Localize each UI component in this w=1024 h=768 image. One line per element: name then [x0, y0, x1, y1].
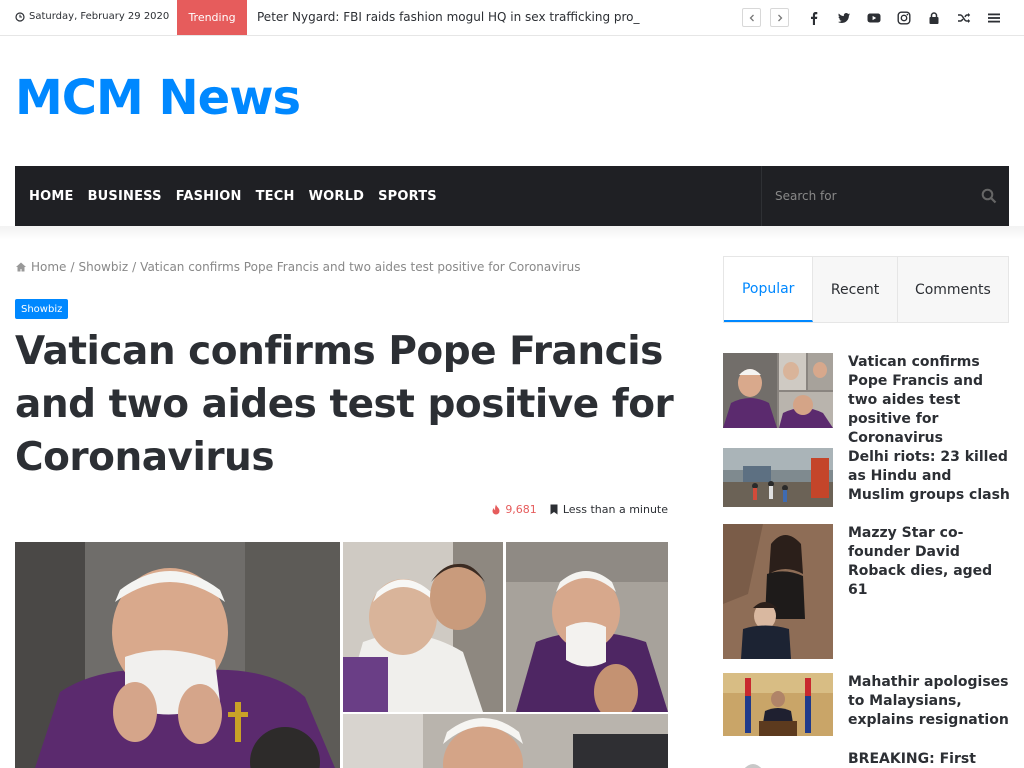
- date-display: Saturday, February 29 2020: [15, 11, 169, 22]
- twitter-icon[interactable]: [836, 10, 852, 26]
- date-text: Saturday, February 29 2020: [29, 11, 170, 22]
- nav-item-business[interactable]: BUSINESS: [81, 189, 169, 204]
- fire-icon: [492, 504, 500, 515]
- ticker-headline[interactable]: Peter Nygard: FBI raids fashion mogul HQ…: [257, 10, 647, 24]
- search-input[interactable]: [762, 166, 972, 226]
- search-icon[interactable]: [981, 188, 997, 204]
- list-item[interactable]: BREAKING: First French: [723, 750, 1009, 768]
- category-badge[interactable]: Showbiz: [15, 299, 69, 319]
- shuffle-icon[interactable]: [956, 10, 972, 26]
- post-thumbnail[interactable]: [723, 353, 833, 428]
- trending-label: Trending: [177, 0, 247, 35]
- bookmark-icon: [550, 504, 558, 515]
- read-time-value: Less than a minute: [562, 503, 668, 516]
- post-thumbnail[interactable]: [723, 750, 833, 768]
- nav-menu: HOME BUSINESS FASHION TECH WORLD SPORTS: [22, 166, 444, 226]
- featured-photo-bottom: [343, 714, 668, 768]
- tab-comments[interactable]: Comments: [897, 257, 1008, 322]
- breadcrumb-separator: /: [70, 260, 75, 274]
- read-time: Less than a minute: [549, 503, 668, 516]
- post-thumbnail[interactable]: [723, 673, 833, 736]
- list-item[interactable]: Mahathir apologises to Malaysians, expla…: [723, 673, 1009, 736]
- instagram-icon[interactable]: [896, 10, 912, 26]
- breadcrumb-home[interactable]: Home: [31, 260, 66, 274]
- post-title[interactable]: BREAKING: First French: [848, 750, 1010, 768]
- nav-item-fashion[interactable]: FASHION: [169, 189, 249, 204]
- nav-item-tech[interactable]: TECH: [249, 189, 302, 204]
- list-item[interactable]: Vatican confirms Pope Francis and two ai…: [723, 353, 1009, 446]
- list-item[interactable]: Delhi riots: 23 killed as Hindu and Musl…: [723, 448, 1010, 507]
- chevron-left-icon: [749, 14, 754, 21]
- article-meta: 9,681 Less than a minute: [491, 503, 668, 516]
- nav-item-sports[interactable]: SPORTS: [371, 189, 444, 204]
- nav-shadow: [0, 226, 1024, 240]
- nav-item-home[interactable]: HOME: [22, 189, 81, 204]
- menu-icon[interactable]: [986, 10, 1002, 26]
- main-navigation: HOME BUSINESS FASHION TECH WORLD SPORTS: [15, 166, 1009, 226]
- breadcrumb-category[interactable]: Showbiz: [78, 260, 128, 274]
- top-bar: Saturday, February 29 2020 Trending Pete…: [0, 0, 1024, 36]
- chevron-right-icon: [777, 14, 782, 21]
- featured-photo-top-middle: [343, 542, 503, 712]
- tab-popular[interactable]: Popular: [724, 257, 814, 322]
- featured-image[interactable]: [15, 542, 668, 768]
- post-title[interactable]: Delhi riots: 23 killed as Hindu and Musl…: [848, 448, 1010, 505]
- list-item[interactable]: Mazzy Star co-founder David Roback dies,…: [723, 524, 1009, 659]
- nav-item-world[interactable]: WORLD: [302, 189, 371, 204]
- youtube-icon[interactable]: [866, 10, 882, 26]
- site-logo[interactable]: MCM News: [15, 70, 301, 126]
- ticker-prev-button[interactable]: [742, 8, 761, 27]
- sidebar-tabs: Popular Recent Comments: [723, 256, 1009, 323]
- facebook-icon[interactable]: [806, 10, 822, 26]
- featured-photo-left: [15, 542, 340, 768]
- post-title[interactable]: Vatican confirms Pope Francis and two ai…: [848, 353, 1010, 448]
- post-title[interactable]: Mahathir apologises to Malaysians, expla…: [848, 673, 1010, 730]
- views-count: 9,681: [491, 503, 537, 516]
- ticker-next-button[interactable]: [770, 8, 789, 27]
- breadcrumb-separator: /: [132, 260, 137, 274]
- post-title[interactable]: Mazzy Star co-founder David Roback dies,…: [848, 524, 1010, 600]
- clock-icon: [15, 11, 25, 22]
- breadcrumb-current: Vatican confirms Pope Francis and two ai…: [140, 260, 581, 274]
- post-thumbnail[interactable]: [723, 524, 833, 659]
- breadcrumb: Home / Showbiz / Vatican confirms Pope F…: [15, 260, 580, 274]
- views-value: 9,681: [505, 503, 537, 516]
- featured-photo-top-right: [506, 542, 668, 712]
- article-title: Vatican confirms Pope Francis and two ai…: [15, 329, 674, 480]
- tab-recent[interactable]: Recent: [813, 257, 898, 322]
- search-box: [761, 166, 1009, 226]
- post-thumbnail[interactable]: [723, 448, 833, 507]
- home-icon: [16, 262, 26, 272]
- lock-icon[interactable]: [926, 10, 942, 26]
